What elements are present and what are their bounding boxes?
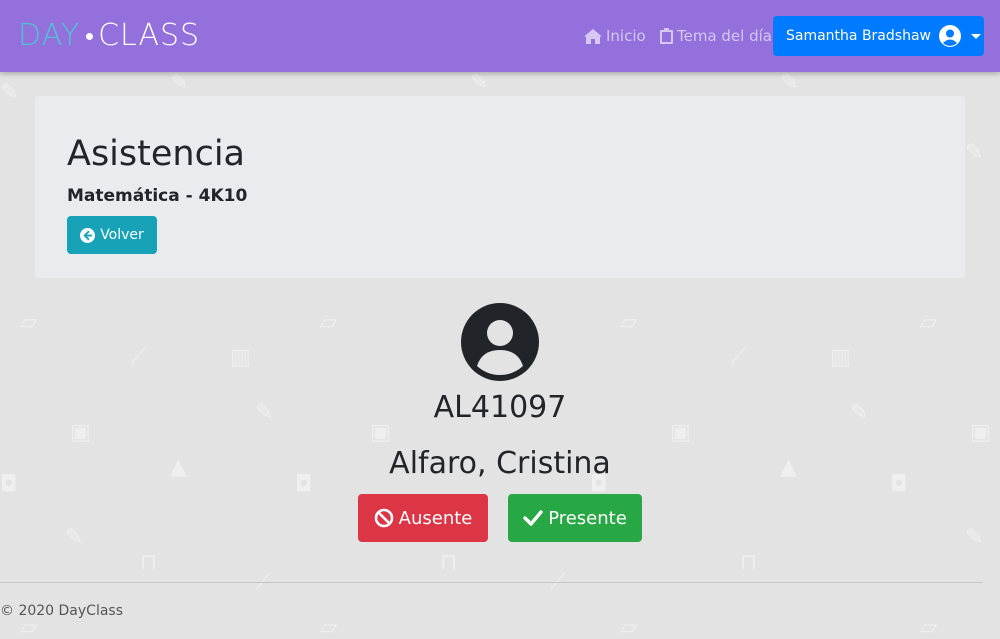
nav-tema-label: Tema del día bbox=[677, 27, 772, 45]
absent-button-label: Ausente bbox=[398, 507, 473, 529]
user-circle-icon bbox=[938, 25, 961, 47]
brand-logo[interactable]: DAY CLASS bbox=[18, 18, 200, 54]
page-title: Asistencia bbox=[67, 134, 245, 174]
chevron-down-icon bbox=[970, 33, 981, 39]
present-button[interactable]: Presente bbox=[508, 494, 642, 542]
user-avatar-icon bbox=[461, 303, 539, 381]
navbar: DAY CLASS Inicio Tema del día Samantha B… bbox=[0, 0, 1000, 72]
course-subtitle: Matemática - 4K10 bbox=[67, 186, 248, 206]
brand-day-text: DAY bbox=[18, 18, 81, 53]
ban-icon bbox=[374, 508, 393, 528]
nav-link-inicio[interactable]: Inicio bbox=[584, 26, 646, 46]
footer-copyright: © 2020 DayClass bbox=[0, 603, 124, 619]
brand-dot bbox=[86, 32, 94, 40]
arrow-left-circle-icon bbox=[80, 227, 96, 243]
footer-divider bbox=[0, 582, 983, 583]
check-icon bbox=[523, 510, 543, 526]
user-name: Samantha Bradshaw bbox=[786, 28, 931, 44]
back-button-label: Volver bbox=[100, 227, 144, 243]
brand-class-text: CLASS bbox=[98, 18, 201, 53]
absent-button[interactable]: Ausente bbox=[358, 494, 488, 542]
student-code: AL41097 bbox=[433, 390, 567, 425]
header-panel: Asistencia Matemática - 4K10 Volver bbox=[35, 96, 965, 278]
nav-inicio-label: Inicio bbox=[606, 27, 646, 45]
present-button-label: Presente bbox=[548, 507, 627, 529]
student-name: Alfaro, Cristina bbox=[389, 446, 611, 481]
back-button[interactable]: Volver bbox=[67, 216, 157, 254]
home-icon bbox=[584, 28, 602, 44]
clipboard-icon bbox=[660, 28, 673, 44]
nav-link-tema-del-dia[interactable]: Tema del día bbox=[660, 26, 772, 46]
user-menu-button[interactable]: Samantha Bradshaw bbox=[773, 16, 984, 56]
